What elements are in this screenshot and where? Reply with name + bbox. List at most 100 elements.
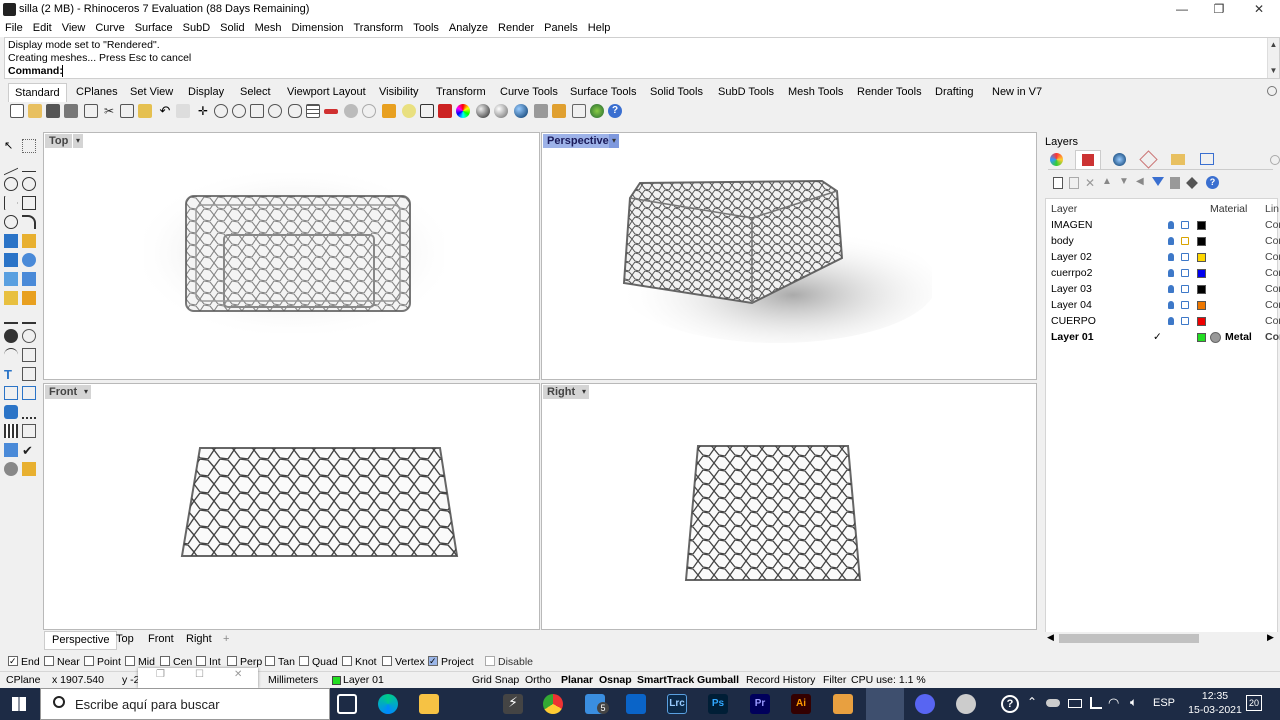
restore-icon[interactable]: ❐ (156, 669, 165, 680)
light-bulb-icon[interactable] (402, 104, 416, 118)
visibility-bulb-icon[interactable] (1168, 221, 1174, 229)
help-icon[interactable]: ? (608, 104, 622, 118)
circle-icon[interactable] (4, 177, 18, 191)
cplane-icon[interactable] (324, 109, 338, 114)
checkbox-icon[interactable] (428, 654, 438, 668)
close-button[interactable]: ✕ (1239, 0, 1279, 19)
status-cplane[interactable]: CPlane (6, 674, 40, 687)
vp-tab-perspective[interactable]: Perspective (44, 631, 118, 650)
pan-hand-icon[interactable] (176, 104, 190, 118)
layer-row[interactable]: CUERPO Cor (1046, 313, 1280, 329)
menu-render[interactable]: Render (493, 19, 539, 37)
menu-file[interactable]: File (0, 19, 28, 37)
cut-icon[interactable]: ✂ (102, 104, 116, 118)
properties-icon[interactable] (382, 104, 396, 118)
menu-analyze[interactable]: Analyze (444, 19, 493, 37)
osnap-near[interactable]: Near (44, 655, 80, 669)
vp-tab-right[interactable]: Right (186, 631, 212, 648)
layer-color-swatch[interactable] (1197, 221, 1206, 230)
layer-row[interactable]: Layer 04 Cor (1046, 297, 1280, 313)
menu-tools[interactable]: Tools (408, 19, 444, 37)
osnap-vertex[interactable]: Vertex (382, 655, 425, 669)
layer-color-swatch[interactable] (1197, 253, 1206, 262)
notifications-icon[interactable]: 20 (1246, 695, 1262, 711)
viewport-right[interactable]: Right ▾ (541, 383, 1037, 630)
network-icon[interactable] (1090, 697, 1102, 709)
options-gears-icon[interactable] (552, 104, 566, 118)
explode-icon[interactable] (4, 329, 18, 343)
lock-icon[interactable] (1181, 269, 1189, 277)
libraries-tab-icon[interactable] (1171, 154, 1185, 165)
tab-surface-tools[interactable]: Surface Tools (570, 83, 636, 101)
scroll-thumb[interactable] (1268, 51, 1279, 64)
tab-viewport-layout[interactable]: Viewport Layout (287, 83, 366, 101)
zoom-icon[interactable] (214, 104, 228, 118)
mesh-icon[interactable] (22, 272, 36, 286)
delete-layer-icon[interactable]: ✕ (1085, 176, 1095, 190)
osnap-quad[interactable]: Quad (299, 655, 338, 669)
osnap-perp[interactable]: Perp (227, 655, 262, 669)
zoom-window-icon[interactable] (232, 104, 246, 118)
tab-curve-tools[interactable]: Curve Tools (500, 83, 558, 101)
status-grid-snap[interactable]: Grid Snap (472, 674, 519, 687)
status-filter[interactable]: Filter (823, 674, 846, 687)
layer-horizontal-scrollbar[interactable]: ◀ ▶ (1045, 632, 1278, 644)
undo-view-icon[interactable] (288, 104, 302, 118)
dimension-icon[interactable] (572, 104, 586, 118)
move-down-icon[interactable]: ▼ (1119, 176, 1129, 187)
display-tab-icon[interactable] (1200, 153, 1214, 165)
materials-tab-icon[interactable] (1139, 150, 1158, 169)
viewport-right-label[interactable]: Right (543, 385, 580, 399)
scroll-up-icon[interactable]: ▲ (1268, 38, 1279, 51)
illustrator-icon[interactable]: Ai (791, 694, 811, 714)
scale-icon[interactable] (22, 367, 36, 381)
layer-row[interactable]: body Cor (1046, 233, 1280, 249)
volume-icon[interactable]: 🔈︎ (1130, 695, 1137, 710)
tab-solid-tools[interactable]: Solid Tools (650, 83, 703, 101)
checkbox-icon[interactable] (196, 656, 206, 666)
menu-mesh[interactable]: Mesh (250, 19, 287, 37)
viewport-front[interactable]: Front ▾ (43, 383, 540, 630)
lock-icon[interactable] (1181, 285, 1189, 293)
surface-from-points-icon[interactable] (4, 234, 18, 248)
header-material[interactable]: Material (1210, 201, 1247, 217)
scroll-right-icon[interactable]: ▶ (1267, 632, 1274, 643)
help-tray-icon[interactable]: ? (1001, 695, 1019, 713)
checkbox-icon[interactable] (84, 656, 94, 666)
rotate-view-icon[interactable]: ✛ (196, 104, 210, 118)
viewport-right-dropdown-icon[interactable]: ▾ (579, 385, 589, 399)
new-sublayer-icon[interactable] (1069, 177, 1079, 189)
arc-icon[interactable] (4, 215, 18, 229)
lightroom-icon[interactable]: Lrc (667, 694, 687, 714)
checkbox-icon[interactable] (125, 656, 135, 666)
lock-icon[interactable] (1181, 317, 1189, 325)
osnap-point[interactable]: Point (84, 655, 121, 669)
scroll-thumb[interactable] (1059, 634, 1199, 643)
select-arrow-icon[interactable]: ↖ (4, 139, 18, 153)
layer-color-swatch[interactable] (1197, 237, 1206, 246)
menu-transform[interactable]: Transform (349, 19, 409, 37)
status-osnap[interactable]: Osnap (599, 674, 632, 687)
premiere-icon[interactable]: Pr (750, 694, 770, 714)
windows-start-icon[interactable] (12, 697, 26, 711)
object-snap-icon[interactable] (362, 104, 376, 118)
minimize-button[interactable]: — (1162, 0, 1202, 19)
viewport-perspective[interactable]: Perspective ▾ (541, 132, 1037, 380)
tab-cplanes[interactable]: CPlanes (76, 83, 118, 101)
tray-chevron-icon[interactable]: ⌃ (1027, 695, 1037, 709)
layer-row[interactable]: cuerrpo2 Cor (1046, 265, 1280, 281)
open-file-icon[interactable] (28, 104, 42, 118)
layer-linetype[interactable]: Cor (1265, 329, 1280, 345)
viewport-perspective-dropdown-icon[interactable]: ▾ (609, 134, 619, 148)
layer-linetype[interactable]: Cor (1265, 297, 1280, 313)
join-icon[interactable] (22, 329, 36, 343)
check-icon[interactable]: ✔ (22, 443, 36, 458)
menu-help[interactable]: Help (583, 19, 616, 37)
split-icon[interactable] (4, 310, 18, 324)
current-layer-check-icon[interactable]: ✓ (1153, 329, 1162, 345)
language-indicator[interactable]: ESP (1153, 697, 1175, 709)
viewport-front-label[interactable]: Front (45, 385, 82, 399)
discord-icon[interactable] (915, 694, 935, 714)
viewport-top-dropdown-icon[interactable]: ▾ (73, 134, 83, 148)
layer-linetype[interactable]: Cor (1265, 217, 1280, 233)
